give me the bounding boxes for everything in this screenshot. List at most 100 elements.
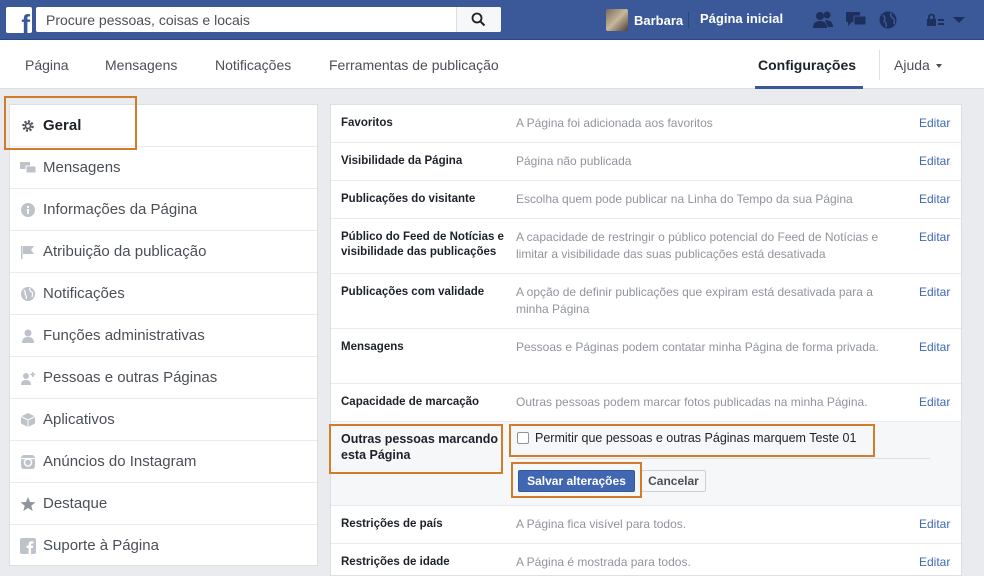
account-menu-chevron-down-icon[interactable] bbox=[952, 10, 974, 30]
instagram-icon bbox=[21, 455, 35, 469]
top-navigation-bar: f Barbara Página inicial bbox=[0, 0, 984, 40]
divider bbox=[879, 50, 880, 80]
sidebar-item-label: Informações da Página bbox=[43, 201, 198, 218]
cube-icon bbox=[20, 413, 36, 427]
settings-row-publicacoes-visitante: Publicações do visitante Escolha quem po… bbox=[331, 181, 961, 219]
active-tab-indicator bbox=[755, 86, 863, 89]
setting-name: Publicações com validade bbox=[341, 286, 485, 298]
sidebar-item-label: Suporte à Página bbox=[43, 537, 159, 554]
setting-value: Outras pessoas podem marcar fotos public… bbox=[516, 395, 868, 409]
sidebar-item-notificacoes[interactable]: Notificações bbox=[10, 273, 317, 315]
sidebar-item-suporte-pagina[interactable]: Suporte à Página bbox=[10, 525, 317, 567]
edit-link[interactable]: Editar bbox=[919, 555, 950, 569]
sidebar-item-label: Funções administrativas bbox=[43, 327, 205, 344]
sidebar-item-label: Mensagens bbox=[43, 159, 121, 176]
cancel-button[interactable]: Cancelar bbox=[641, 470, 706, 492]
settings-sidebar: Geral Mensagens Informações da Página At… bbox=[9, 104, 318, 566]
divider bbox=[516, 458, 930, 459]
sidebar-item-label: Aplicativos bbox=[43, 411, 115, 428]
setting-name: Público do Feed de Notícias e visibilida… bbox=[341, 231, 504, 258]
notifications-globe-icon[interactable] bbox=[877, 10, 899, 30]
sidebar-item-informacoes[interactable]: Informações da Página bbox=[10, 189, 317, 231]
setting-name: Capacidade de marcação bbox=[341, 396, 480, 408]
search-box bbox=[36, 7, 501, 32]
tab-ajuda[interactable]: Ajuda bbox=[894, 57, 942, 73]
search-icon bbox=[471, 12, 486, 27]
highlight-box-setting-name bbox=[329, 424, 503, 474]
sidebar-item-label: Atribuição da publicação bbox=[43, 243, 207, 260]
edit-link[interactable]: Editar bbox=[919, 285, 950, 299]
home-link[interactable]: Página inicial bbox=[700, 11, 783, 26]
settings-row-capacidade-marcacao: Capacidade de marcação Outras pessoas po… bbox=[331, 384, 961, 422]
privacy-lock-icon[interactable] bbox=[924, 10, 946, 30]
tab-mensagens[interactable]: Mensagens bbox=[105, 57, 177, 73]
sidebar-item-label: Notificações bbox=[43, 285, 125, 302]
sidebar-item-pessoas-outras-paginas[interactable]: Pessoas e outras Páginas bbox=[10, 357, 317, 399]
edit-link[interactable]: Editar bbox=[919, 154, 950, 168]
edit-link[interactable]: Editar bbox=[919, 340, 950, 354]
tab-pagina[interactable]: Página bbox=[25, 57, 69, 73]
setting-name: Visibilidade da Página bbox=[341, 155, 463, 167]
edit-link[interactable]: Editar bbox=[919, 395, 950, 409]
person-icon bbox=[22, 329, 34, 343]
setting-value: A opção de definir publicações que expir… bbox=[516, 285, 873, 316]
flag-icon bbox=[21, 246, 34, 259]
friend-requests-icon[interactable] bbox=[812, 10, 834, 30]
edit-link[interactable]: Editar bbox=[919, 116, 950, 130]
setting-value: Página não publicada bbox=[516, 154, 632, 168]
edit-link[interactable]: Editar bbox=[919, 192, 950, 206]
globe-icon bbox=[21, 287, 35, 301]
info-icon bbox=[21, 203, 35, 217]
sidebar-item-destaque[interactable]: Destaque bbox=[10, 483, 317, 525]
user-profile-link[interactable]: Barbara bbox=[606, 9, 683, 31]
highlight-box-geral bbox=[4, 96, 137, 150]
edit-link[interactable]: Editar bbox=[919, 517, 950, 531]
sidebar-item-label: Pessoas e outras Páginas bbox=[43, 369, 218, 386]
setting-value: A Página é mostrada para todos. bbox=[516, 555, 691, 569]
people-plus-icon bbox=[21, 372, 36, 385]
tab-ferramentas-publicacao[interactable]: Ferramentas de publicação bbox=[329, 57, 499, 73]
tab-notificacoes[interactable]: Notificações bbox=[215, 57, 291, 73]
user-name: Barbara bbox=[634, 12, 684, 28]
settings-row-restricoes-idade: Restrições de idade A Página é mostrada … bbox=[331, 544, 961, 576]
highlight-box-checkbox bbox=[509, 424, 875, 457]
settings-row-visibilidade: Visibilidade da Página Página não public… bbox=[331, 143, 961, 181]
sidebar-item-anuncios-instagram[interactable]: Anúncios do Instagram bbox=[10, 441, 317, 483]
sidebar-item-aplicativos[interactable]: Aplicativos bbox=[10, 399, 317, 441]
star-icon bbox=[20, 497, 36, 511]
sidebar-item-funcoes-administrativas[interactable]: Funções administrativas bbox=[10, 315, 317, 357]
settings-row-publicacoes-validade: Publicações com validade A opção de defi… bbox=[331, 274, 961, 329]
messages-icon[interactable] bbox=[845, 10, 867, 30]
settings-row-mensagens: Mensagens Pessoas e Páginas podem contat… bbox=[331, 329, 961, 384]
settings-row-publico-feed: Público do Feed de Notícias e visibilida… bbox=[331, 219, 961, 274]
facebook-logo-icon[interactable]: f bbox=[6, 7, 32, 37]
setting-name: Favoritos bbox=[341, 117, 393, 129]
setting-value: A Página foi adicionada aos favoritos bbox=[516, 116, 713, 130]
sidebar-item-label: Anúncios do Instagram bbox=[43, 453, 197, 470]
avatar bbox=[606, 9, 628, 31]
tab-ajuda-label: Ajuda bbox=[894, 57, 930, 73]
search-button[interactable] bbox=[456, 7, 501, 32]
tab-configuracoes[interactable]: Configurações bbox=[758, 57, 856, 73]
setting-value: A Página fica visível para todos. bbox=[516, 517, 687, 531]
messages-icon bbox=[20, 162, 36, 174]
settings-row-restricoes-pais: Restrições de país A Página fica visível… bbox=[331, 506, 961, 544]
divider bbox=[688, 12, 689, 28]
setting-value: Pessoas e Páginas podem contatar minha P… bbox=[516, 340, 879, 354]
settings-panel: Favoritos A Página foi adicionada aos fa… bbox=[330, 104, 962, 576]
edit-link[interactable]: Editar bbox=[919, 230, 950, 244]
setting-name: Mensagens bbox=[341, 341, 404, 353]
caret-down-icon bbox=[935, 64, 942, 69]
setting-name: Restrições de país bbox=[341, 518, 443, 530]
sidebar-item-label: Destaque bbox=[43, 495, 108, 512]
search-input[interactable] bbox=[36, 7, 456, 32]
highlight-box-save-button bbox=[511, 462, 642, 498]
sidebar-item-atribuicao[interactable]: Atribuição da publicação bbox=[10, 231, 317, 273]
setting-value: A capacidade de restringir o público pot… bbox=[516, 230, 879, 261]
setting-name: Restrições de idade bbox=[341, 556, 450, 568]
setting-name: Publicações do visitante bbox=[341, 193, 476, 205]
sidebar-item-mensagens[interactable]: Mensagens bbox=[10, 147, 317, 189]
setting-value: Escolha quem pode publicar na Linha do T… bbox=[516, 192, 853, 206]
facebook-icon bbox=[20, 538, 36, 554]
settings-row-favoritos: Favoritos A Página foi adicionada aos fa… bbox=[331, 105, 961, 143]
